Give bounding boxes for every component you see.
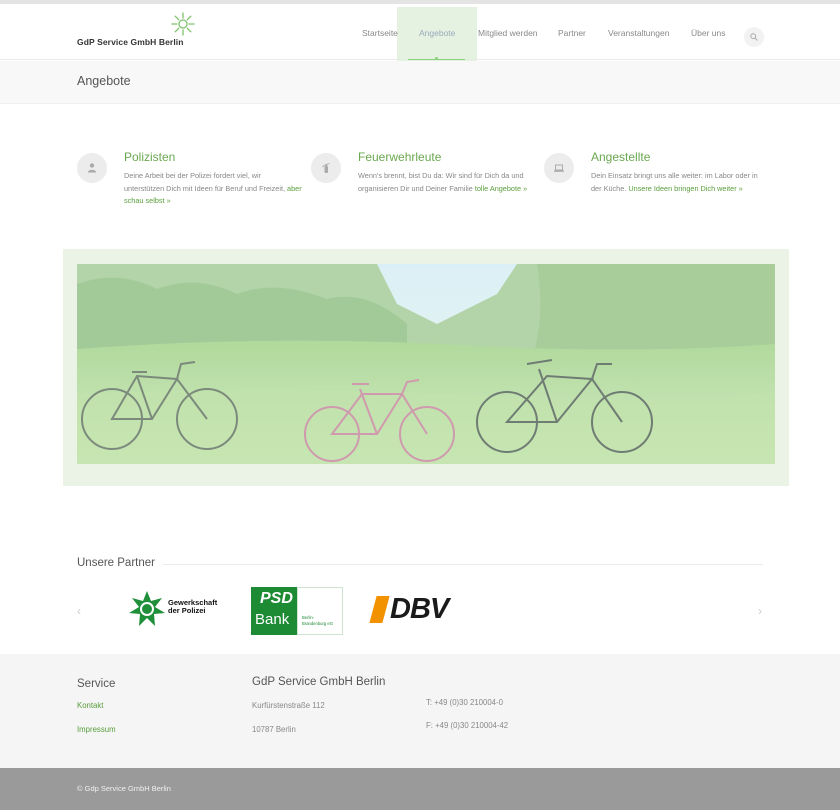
psd-logo-mark: PSD Bank	[251, 587, 297, 635]
site-footer: Service Kontakt Impressum GdP Service Gm…	[0, 654, 840, 768]
partners-divider	[77, 564, 763, 565]
footer-company-heading: GdP Service GmbH Berlin	[252, 676, 386, 688]
search-icon	[750, 33, 758, 41]
gdp-logo-text: Gewerkschaft der Polizei	[168, 599, 217, 615]
user-icon	[87, 163, 97, 173]
nav-item-mitglied-werden[interactable]: Mitglied werden	[478, 28, 538, 38]
footer-address-street: Kurfürstenstraße 112	[252, 701, 325, 710]
feature-feuerwehrleute: Feuerwehrleute Wenn's brennt, bist Du da…	[311, 150, 541, 220]
partner-logo-dbv[interactable]: DBV	[369, 593, 483, 628]
carousel-prev-icon[interactable]: ‹	[77, 604, 81, 618]
feature-title: Polizisten	[124, 150, 176, 164]
nav-item-veranstaltungen[interactable]: Veranstaltungen	[608, 28, 669, 38]
footer-fax: F: +49 (0)30 210004-42	[426, 721, 509, 730]
carousel-next-icon[interactable]: ›	[758, 604, 762, 618]
page-title-bar: Angebote	[0, 61, 840, 104]
feature-polizisten: Polizisten Deine Arbeit bei der Polizei …	[77, 150, 307, 220]
psd-logo-subbox: Berlin- Brandenburg eG	[297, 587, 343, 635]
gdp-logo-line2: der Polizei	[168, 606, 206, 615]
search-button[interactable]	[744, 27, 764, 47]
feature-icon-circle	[311, 153, 341, 183]
nav-item-ueber-uns[interactable]: Über uns	[691, 28, 726, 38]
copyright-bar: © Gdp Service GmbH Berlin	[0, 768, 840, 810]
psd-logo-subtext: Berlin- Brandenburg eG	[302, 615, 333, 626]
dbv-logo-bar	[369, 596, 390, 623]
nav-item-startseite[interactable]: Startseite	[362, 28, 398, 38]
footer-link-impressum[interactable]: Impressum	[77, 725, 116, 734]
nav-active-marker	[435, 57, 438, 60]
feature-angestellte: Angestellte Dein Einsatz bringt uns alle…	[544, 150, 774, 220]
page-title: Angebote	[77, 74, 131, 88]
main-navigation: Startseite Angebote Mitglied werden Part…	[0, 4, 840, 60]
feature-link[interactable]: tolle Angebote »	[475, 184, 527, 193]
banner-photo-bicycles	[77, 264, 775, 464]
dbv-logo-text: DBV	[390, 593, 449, 625]
feature-title: Angestellte	[591, 150, 651, 164]
copyright-text: © Gdp Service GmbH Berlin	[77, 784, 171, 793]
feature-description: Wenn's brennt, bist Du da: Wir sind für …	[358, 170, 536, 195]
feature-title: Feuerwehrleute	[358, 150, 442, 164]
nav-item-partner[interactable]: Partner	[558, 28, 586, 38]
partner-logo-psd-bank[interactable]: PSD Bank Berlin- Brandenburg eG	[251, 587, 343, 635]
psd-logo-word1: PSD	[260, 590, 293, 607]
psd-logo-sub1: Berlin-	[302, 615, 315, 620]
laptop-icon	[554, 164, 564, 172]
feature-link[interactable]: Unsere Ideen bringen Dich weiter »	[628, 184, 742, 193]
footer-link-kontakt[interactable]: Kontakt	[77, 701, 103, 710]
footer-service-heading: Service	[77, 678, 116, 690]
footer-phone: T: +49 (0)30 210004-0	[426, 698, 503, 707]
gdp-star-icon	[129, 591, 165, 626]
feature-icon-circle	[544, 153, 574, 183]
partner-logo-gdp[interactable]: Gewerkschaft der Polizei	[128, 590, 238, 628]
site-header: GdP Service GmbH Berlin Startseite Angeb…	[0, 4, 840, 87]
psd-logo-word2: Bank	[255, 611, 290, 628]
feature-icon-circle	[77, 153, 107, 183]
feature-text: Deine Arbeit bei der Polizei fordert vie…	[124, 171, 288, 193]
psd-logo-sub2: Brandenburg eG	[302, 620, 333, 626]
feature-description: Dein Einsatz bringt uns alle weiter: im …	[591, 170, 769, 195]
feature-description: Deine Arbeit bei der Polizei fordert vie…	[124, 170, 302, 208]
nav-item-angebote[interactable]: Angebote	[419, 28, 455, 38]
fire-extinguisher-icon	[322, 163, 330, 173]
footer-address-city: 10787 Berlin	[252, 725, 296, 734]
banner-image-frame	[63, 249, 789, 486]
partners-heading: Unsere Partner	[77, 557, 163, 569]
